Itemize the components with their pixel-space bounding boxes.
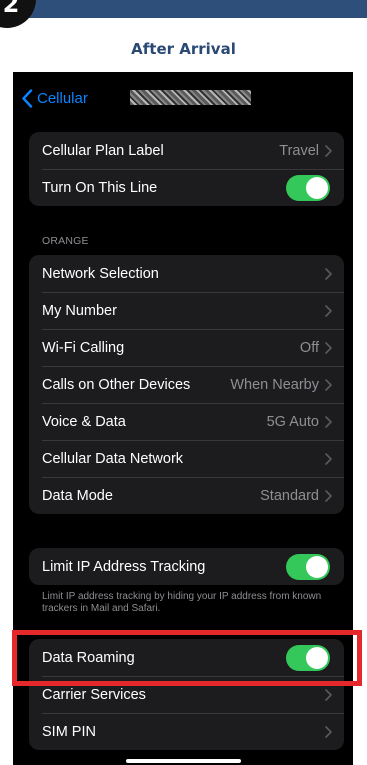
- chevron-right-icon: [325, 341, 332, 354]
- step-badge: 2: [0, 0, 36, 28]
- row-label: Cellular Data Network: [42, 450, 184, 467]
- row-label: Limit IP Address Tracking: [42, 558, 206, 575]
- row-value: Travel: [279, 142, 319, 159]
- chevron-right-icon: [325, 267, 332, 280]
- row-cellular-data-network[interactable]: Cellular Data Network: [29, 440, 344, 477]
- toggle-knob: [306, 176, 328, 199]
- home-indicator: [126, 759, 241, 763]
- row-value: Off: [299, 339, 319, 356]
- group-ip-tracking: Limit IP Address Tracking: [29, 548, 344, 585]
- chevron-right-icon: [325, 415, 332, 428]
- chevron-right-icon: [325, 452, 332, 465]
- chevron-right-icon: [325, 725, 332, 738]
- redacted-title: [130, 90, 251, 105]
- chevron-left-icon: [22, 88, 33, 108]
- group-carrier-settings: Network Selection My Number Wi-Fi Callin…: [29, 255, 344, 514]
- back-label: Cellular: [37, 89, 88, 107]
- ip-tracking-footnote: Limit IP address tracking by hiding your…: [42, 591, 322, 614]
- chevron-right-icon: [325, 378, 332, 391]
- row-label: SIM PIN: [42, 723, 96, 740]
- row-network-selection[interactable]: Network Selection: [29, 255, 344, 292]
- chevron-right-icon: [325, 304, 332, 317]
- row-voice-data[interactable]: Voice & Data 5G Auto: [29, 403, 344, 440]
- row-label: Voice & Data: [42, 413, 126, 430]
- ip-tracking-toggle[interactable]: [286, 553, 330, 580]
- row-value: 5G Auto: [266, 413, 319, 430]
- nav-bar: Cellular: [13, 72, 353, 122]
- row-value: When Nearby: [230, 376, 319, 393]
- row-wifi-calling[interactable]: Wi-Fi Calling Off: [29, 329, 344, 366]
- row-label: Cellular Plan Label: [42, 142, 164, 159]
- step-number: 2: [2, 0, 20, 18]
- chevron-right-icon: [325, 144, 332, 157]
- toggle-knob: [306, 555, 328, 578]
- row-data-mode[interactable]: Data Mode Standard: [29, 477, 344, 514]
- screenshot-stage: 2 After Arrival Cellular Cellular Plan L…: [0, 0, 367, 765]
- row-sim-pin[interactable]: SIM PIN: [29, 713, 344, 750]
- caption: After Arrival: [131, 40, 236, 58]
- chevron-right-icon: [325, 688, 332, 701]
- row-label: Data Mode: [42, 487, 113, 504]
- row-limit-ip-tracking: Limit IP Address Tracking: [29, 548, 344, 585]
- section-header-carrier: ORANGE: [42, 235, 89, 247]
- back-button[interactable]: Cellular: [21, 88, 88, 108]
- row-label: Turn On This Line: [42, 179, 158, 196]
- line-toggle[interactable]: [286, 174, 330, 201]
- row-cellular-plan-label[interactable]: Cellular Plan Label Travel: [29, 132, 344, 169]
- row-label: Network Selection: [42, 265, 159, 282]
- row-label: Calls on Other Devices: [42, 376, 191, 393]
- row-label: Wi-Fi Calling: [42, 339, 125, 356]
- top-band: [0, 0, 367, 18]
- chevron-right-icon: [325, 489, 332, 502]
- group-plan: Cellular Plan Label Travel Turn On This …: [29, 132, 344, 206]
- row-label: Carrier Services: [42, 686, 146, 703]
- row-value: Standard: [260, 487, 319, 504]
- row-calls-on-other-devices[interactable]: Calls on Other Devices When Nearby: [29, 366, 344, 403]
- row-my-number[interactable]: My Number: [29, 292, 344, 329]
- row-label: My Number: [42, 302, 117, 319]
- row-turn-on-this-line: Turn On This Line: [29, 169, 344, 206]
- highlight-box: [12, 630, 362, 686]
